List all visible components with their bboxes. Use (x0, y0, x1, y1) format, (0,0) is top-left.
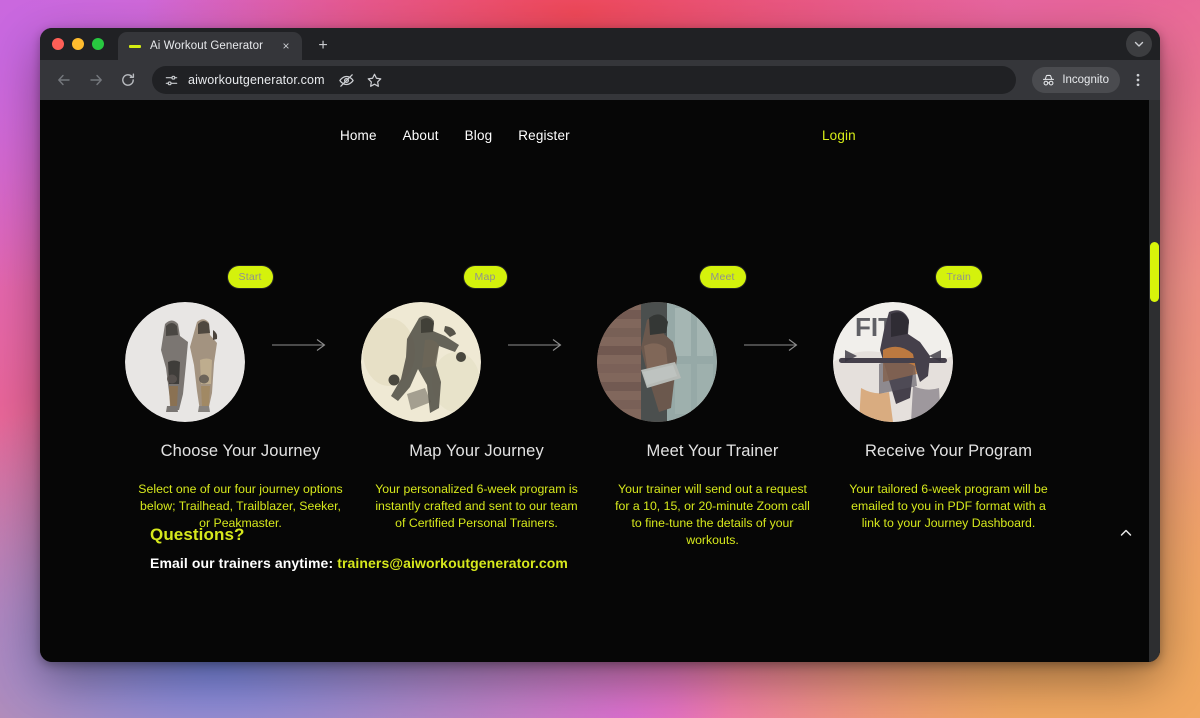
incognito-icon (1041, 73, 1056, 88)
step-visual: Meet (595, 260, 831, 422)
forward-arrow-icon[interactable] (82, 66, 110, 94)
questions-contact-line: Email our trainers anytime: trainers@aiw… (150, 555, 568, 571)
scrollbar-thumb[interactable] (1150, 242, 1159, 302)
step-arrow-icon (507, 338, 564, 352)
nav-link-home[interactable]: Home (340, 128, 377, 143)
reload-icon[interactable] (114, 66, 142, 94)
step-description: Your trainer will send out a request for… (615, 482, 810, 547)
nav-link-about[interactable]: About (403, 128, 439, 143)
step-image-map-your-journey (360, 302, 481, 422)
page-content: Home About Blog Register Login Start Cho… (40, 100, 1149, 662)
chevron-down-icon[interactable] (1126, 31, 1152, 57)
step-item: Map Map Your Journey Your personalized 6… (359, 260, 595, 532)
minimize-window-button[interactable] (72, 38, 84, 50)
url-text: aiworkoutgenerator.com (188, 73, 325, 87)
nav-link-register[interactable]: Register (518, 128, 569, 143)
questions-block: Questions? Email our trainers anytime: t… (150, 525, 568, 571)
tab-title: Ai Workout Generator (150, 40, 264, 52)
chevron-up-icon[interactable] (1115, 522, 1137, 544)
step-item: FIT Train Receive Your Program Your tail… (831, 260, 1067, 532)
step-item: Start Choose Your Journey Select one of … (123, 260, 359, 532)
nav-link-blog[interactable]: Blog (465, 128, 493, 143)
step-image-receive-your-program: FIT (832, 302, 953, 422)
step-badge-meet: Meet (699, 266, 746, 288)
step-visual: FIT Train (831, 260, 1067, 422)
step-arrow-icon (743, 338, 800, 352)
step-arrow-icon (271, 338, 328, 352)
step-image-choose-your-journey (124, 302, 245, 422)
incognito-label: Incognito (1062, 74, 1109, 86)
eye-slash-icon[interactable] (334, 67, 360, 93)
questions-heading: Questions? (150, 525, 245, 544)
page-scrollbar[interactable] (1149, 100, 1160, 662)
step-description: Your tailored 6-week program will be ema… (849, 482, 1048, 530)
browser-window: Ai Workout Generator × + aiworkoutgenera… (40, 28, 1160, 662)
step-title: Map Your Journey (409, 442, 544, 460)
step-visual: Map (359, 260, 595, 422)
tune-icon[interactable] (164, 73, 179, 88)
star-icon[interactable] (362, 67, 388, 93)
close-window-button[interactable] (52, 38, 64, 50)
step-image-meet-your-trainer (596, 302, 717, 422)
step-badge-map: Map (463, 266, 507, 288)
page-viewport: Home About Blog Register Login Start Cho… (40, 100, 1160, 662)
questions-prefix: Email our trainers anytime: (150, 555, 338, 571)
dash-icon (128, 39, 142, 53)
step-visual: Start (123, 260, 359, 422)
browser-tab[interactable]: Ai Workout Generator × (118, 32, 302, 60)
nav-link-login[interactable]: Login (822, 128, 856, 143)
site-navigation: Home About Blog Register Login (40, 122, 1149, 148)
maximize-window-button[interactable] (92, 38, 104, 50)
step-title: Meet Your Trainer (646, 442, 779, 460)
new-tab-button[interactable]: + (310, 33, 336, 59)
step-title: Receive Your Program (864, 442, 1033, 460)
email-link[interactable]: trainers@aiworkoutgenerator.com (337, 555, 568, 571)
kebab-menu-icon[interactable] (1126, 67, 1150, 93)
step-item: Meet Meet Your Trainer Your trainer will… (595, 260, 831, 549)
browser-toolbar: aiworkoutgenerator.com Incognito (40, 60, 1160, 100)
step-badge-train: Train (935, 266, 983, 288)
tab-strip: Ai Workout Generator × + (40, 28, 1160, 60)
steps-row: Start Choose Your Journey Select one of … (40, 260, 1149, 549)
close-icon[interactable]: × (278, 38, 294, 54)
address-bar[interactable]: aiworkoutgenerator.com (152, 66, 1017, 94)
step-badge-start: Start (227, 266, 273, 288)
window-traffic-lights (52, 28, 118, 60)
incognito-indicator[interactable]: Incognito (1032, 67, 1120, 93)
step-title: Choose Your Journey (160, 442, 321, 460)
nav-links-group: Home About Blog Register (340, 128, 570, 143)
back-arrow-icon[interactable] (50, 66, 78, 94)
